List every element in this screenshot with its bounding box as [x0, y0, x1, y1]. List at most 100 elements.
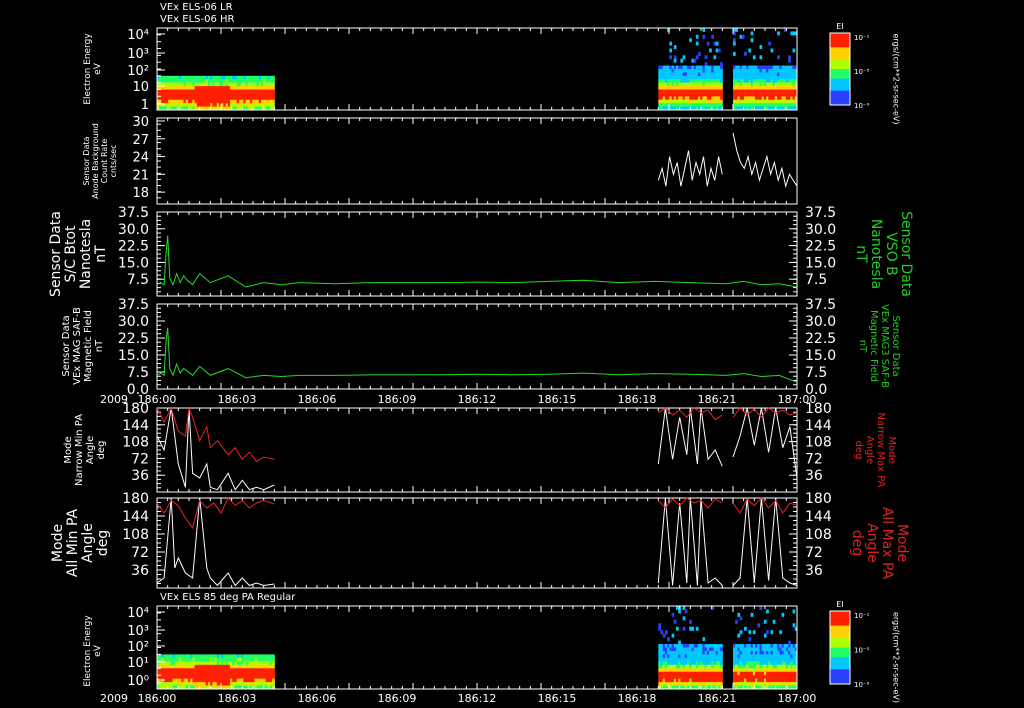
- spectrogram-cell: [759, 606, 763, 610]
- spectrogram-cell: [737, 612, 741, 617]
- ytick-pa-right-4: 180: [805, 401, 832, 417]
- spectrogram-cell: [272, 79, 275, 84]
- ytick-bmag-right: 7.5: [805, 272, 827, 288]
- spectrogram-cell: [748, 630, 752, 635]
- spectrogram-cell: [272, 657, 275, 662]
- ytick-mag-left: 22.5: [118, 331, 149, 347]
- colorbar-tick-label: 10⁻⁵: [854, 647, 870, 655]
- spectrogram-cell: [770, 48, 774, 53]
- spectrogram-cell: [720, 75, 723, 80]
- pa-trace-5-0-2: [732, 497, 798, 586]
- spectrogram-cell: [693, 58, 697, 63]
- spectrogram-cell: [720, 89, 723, 94]
- spectrogram-cell: [673, 58, 677, 63]
- ytick-energy-85: 10⁰: [127, 674, 149, 689]
- ylabel-pa-left-4: Mode Narrow Min PA Angle deg: [63, 414, 107, 486]
- minor-ticks-pa-right-5: [793, 497, 797, 589]
- x-ticks-anode: [156, 118, 798, 204]
- spectrogram-cell: [720, 664, 723, 669]
- panel-frame-pa-5: [156, 497, 798, 589]
- spectrogram-cell: [770, 630, 774, 635]
- ylabel-anode-line: cnts/sec: [109, 145, 118, 178]
- ytick-bmag-left: 7.5: [127, 272, 149, 288]
- spectrogram-cell: [684, 609, 688, 614]
- time-tick-label-mid: 186:15: [538, 393, 577, 406]
- spectrogram-cell: [720, 62, 723, 67]
- spectrogram-cell: [704, 55, 708, 60]
- plot-canvas: 10⁴10³10²101Electron Energy eVEI10⁻¹10⁻⁵1…: [48, 22, 914, 705]
- spectrogram-cell: [678, 609, 681, 614]
- ytick-pa-left-4: 72: [131, 451, 149, 467]
- spectrogram-cell: [763, 619, 767, 624]
- spectrogram-cell: [673, 55, 677, 60]
- ytick-mag-left: 30.0: [118, 314, 149, 330]
- minor-ticks-pa-left-4: [157, 407, 161, 493]
- spectrogram-cell: [682, 606, 686, 610]
- spectrogram-cell: [792, 48, 796, 53]
- spectrogram-cell: [792, 609, 796, 614]
- spectrogram-cell: [733, 51, 736, 56]
- ylabel-pa-left-4-line: Angle: [85, 436, 96, 464]
- title-lr: VEx ELS-06 LR: [160, 2, 233, 13]
- time-tick-label-bottom: 186:09: [378, 692, 417, 705]
- ytick-pa-right-5: 144: [805, 509, 832, 525]
- spectrogram-cell: [720, 72, 723, 77]
- ytick-bmag-left: 22.5: [118, 239, 149, 255]
- spectrogram-cell: [272, 671, 275, 676]
- spectrogram-cell: [272, 664, 275, 669]
- ylabel-bmag-left: Sensor Data S/C Btot NanoteslanT: [48, 211, 109, 297]
- ytick-pa-right-5: 36: [805, 563, 823, 579]
- ytick-energy-85: 10¹: [127, 656, 149, 671]
- spectrogram-cell: [788, 55, 791, 60]
- ylabel-mag-left-line: nT: [94, 339, 105, 352]
- ytick-mag-left: 15.0: [118, 348, 149, 364]
- colorbar-bottom: [829, 610, 851, 685]
- spectrogram-85deg: [157, 606, 798, 690]
- spectrogram-cell: [704, 62, 708, 67]
- spectrogram-cell: [272, 678, 275, 683]
- spectrogram-cell: [272, 661, 275, 666]
- spectrogram-cell: [750, 612, 754, 617]
- spectrogram-cell: [748, 48, 752, 53]
- ytick-anode: 18: [132, 186, 149, 201]
- ylabel-mag-left-line: VEx MAG SAF-B: [72, 307, 83, 385]
- ylabel-pa-right-5-line: Mode: [894, 524, 910, 562]
- colorbar-tick-label: 10⁻¹: [854, 612, 870, 620]
- spectrogram-cell: [777, 31, 780, 36]
- ytick-mag-left: 7.5: [127, 365, 149, 381]
- minor-ticks-mag-left: [157, 303, 161, 390]
- spectrogram-cell: [720, 92, 723, 97]
- spectrogram-cell: [272, 82, 275, 87]
- spectrogram-cell: [272, 682, 275, 687]
- ytick-bmag-left: 37.5: [118, 205, 149, 221]
- time-tick-label-mid: 186:21: [698, 393, 737, 406]
- ylabel-bmag-left-line: S/C Btot: [63, 225, 79, 282]
- x-ticks-pa-5: [156, 498, 798, 588]
- spectrogram-cell: [720, 661, 723, 666]
- spectrogram-cell: [744, 626, 747, 631]
- spectrogram-cell: [788, 640, 791, 645]
- ylabel-pa-right-5-line: deg: [849, 530, 865, 556]
- ytick-pa-right-5: 180: [805, 491, 832, 507]
- spectrogram-cell: [766, 609, 769, 614]
- colorbar-title: EI: [836, 600, 843, 609]
- ytick-pa-left-5: 108: [122, 527, 149, 543]
- spectrogram-cell: [720, 69, 723, 73]
- ylabel-pa-left-4-line: Mode: [63, 436, 74, 463]
- ylabel-pa-right-5-line: All Max PA: [879, 507, 895, 580]
- ylabel-anode: Sensor Data Anode Background Count Rate cnt…: [82, 123, 118, 199]
- ytick-bmag-right: 30.0: [805, 222, 836, 238]
- minor-ticks-mag-right: [793, 303, 797, 390]
- ylabel-mag-left: Sensor Data VEx MAG SAF-B Magnetic Field nT: [61, 307, 105, 385]
- ytick-pa-right-5: 72: [805, 545, 823, 561]
- ytick-pa-left-5: 72: [131, 545, 149, 561]
- minor-ticks-anode: [157, 117, 161, 205]
- spectrogram-cell: [720, 647, 723, 652]
- ylabel-mag-left-line: Magnetic Field: [83, 310, 94, 382]
- ytick-pa-left-4: 36: [131, 468, 149, 484]
- spectrogram-cell: [750, 31, 754, 36]
- minor-ticks-bmag-right: [793, 211, 797, 297]
- title-hr: VEx ELS-06 HR: [160, 14, 235, 25]
- spectrogram-cell: [272, 668, 275, 673]
- spectrogram-cell: [748, 637, 752, 642]
